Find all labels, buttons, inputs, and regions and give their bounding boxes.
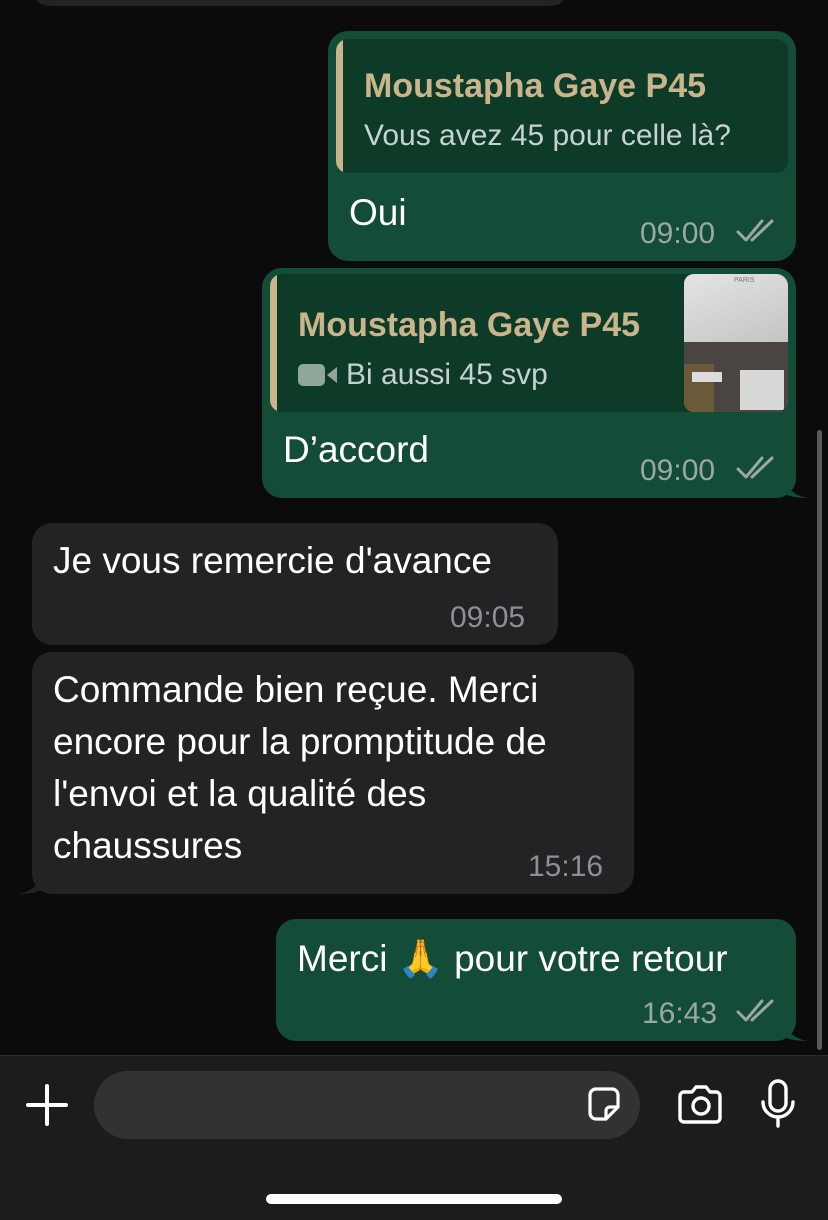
message-line: l'envoi et la qualité des [53, 773, 427, 814]
reply-quote-bar [336, 39, 343, 173]
attach-button[interactable] [24, 1082, 70, 1128]
thumbnail-label: PARIS [734, 277, 755, 284]
message-bubble-incoming[interactable]: Commande bien reçue. Merci encore pour l… [32, 652, 634, 894]
home-indicator[interactable] [266, 1194, 562, 1204]
reply-media-thumbnail: PARIS [684, 274, 788, 412]
sticker-button[interactable] [584, 1085, 624, 1125]
previous-message-partial [30, 0, 570, 6]
message-time: 09:00 [640, 454, 716, 487]
message-bubble-incoming[interactable]: Je vous remercie d'avance 09:05 [32, 523, 558, 645]
message-time: 15:16 [528, 850, 604, 883]
camera-icon [678, 1085, 722, 1124]
camera-button[interactable] [676, 1084, 724, 1126]
reply-quote-text: Vous avez 45 pour celle là? [364, 119, 731, 152]
reply-quote-sender: Moustapha Gaye P45 [298, 306, 641, 344]
message-bubble-outgoing[interactable]: Moustapha Gaye P45 Bi aussi 45 svp PARIS… [262, 268, 796, 498]
microphone-icon [761, 1079, 795, 1128]
message-time: 16:43 [642, 997, 718, 1030]
message-text: D’accord [283, 429, 429, 470]
reply-quote[interactable]: Moustapha Gaye P45 Bi aussi 45 svp PARIS [270, 274, 788, 412]
double-check-icon [736, 999, 774, 1022]
double-check-icon [736, 219, 774, 242]
reply-quote-text: Bi aussi 45 svp [346, 358, 548, 391]
bubble-tail [18, 870, 44, 894]
reply-quote[interactable]: Moustapha Gaye P45 Vous avez 45 pour cel… [336, 39, 788, 173]
bubble-tail [782, 1017, 808, 1041]
message-line: encore pour la promptitude de [53, 721, 547, 762]
message-line: chaussures [53, 825, 243, 866]
message-text: Je vous remercie d'avance [53, 540, 492, 581]
video-icon [298, 364, 337, 386]
voice-button[interactable] [758, 1078, 798, 1130]
message-time: 09:05 [450, 601, 526, 634]
bubble-tail [782, 474, 808, 498]
message-input[interactable] [94, 1071, 640, 1139]
scrollbar[interactable] [817, 430, 822, 1050]
message-bubble-outgoing[interactable]: Merci 🙏 pour votre retour 16:43 [276, 919, 796, 1041]
message-bubble-outgoing[interactable]: Moustapha Gaye P45 Vous avez 45 pour cel… [328, 31, 796, 261]
sticker-icon [588, 1087, 620, 1121]
reply-quote-sender: Moustapha Gaye P45 [364, 67, 707, 105]
message-line: Commande bien reçue. Merci [53, 669, 539, 710]
reply-quote-bar [270, 274, 277, 412]
message-time: 09:00 [640, 217, 716, 250]
double-check-icon [736, 456, 774, 479]
plus-icon [26, 1084, 68, 1126]
chat-scroll-area[interactable]: Moustapha Gaye P45 Vous avez 45 pour cel… [0, 0, 828, 1055]
message-text: Oui [349, 192, 407, 233]
message-text: Merci 🙏 pour votre retour [297, 938, 728, 979]
